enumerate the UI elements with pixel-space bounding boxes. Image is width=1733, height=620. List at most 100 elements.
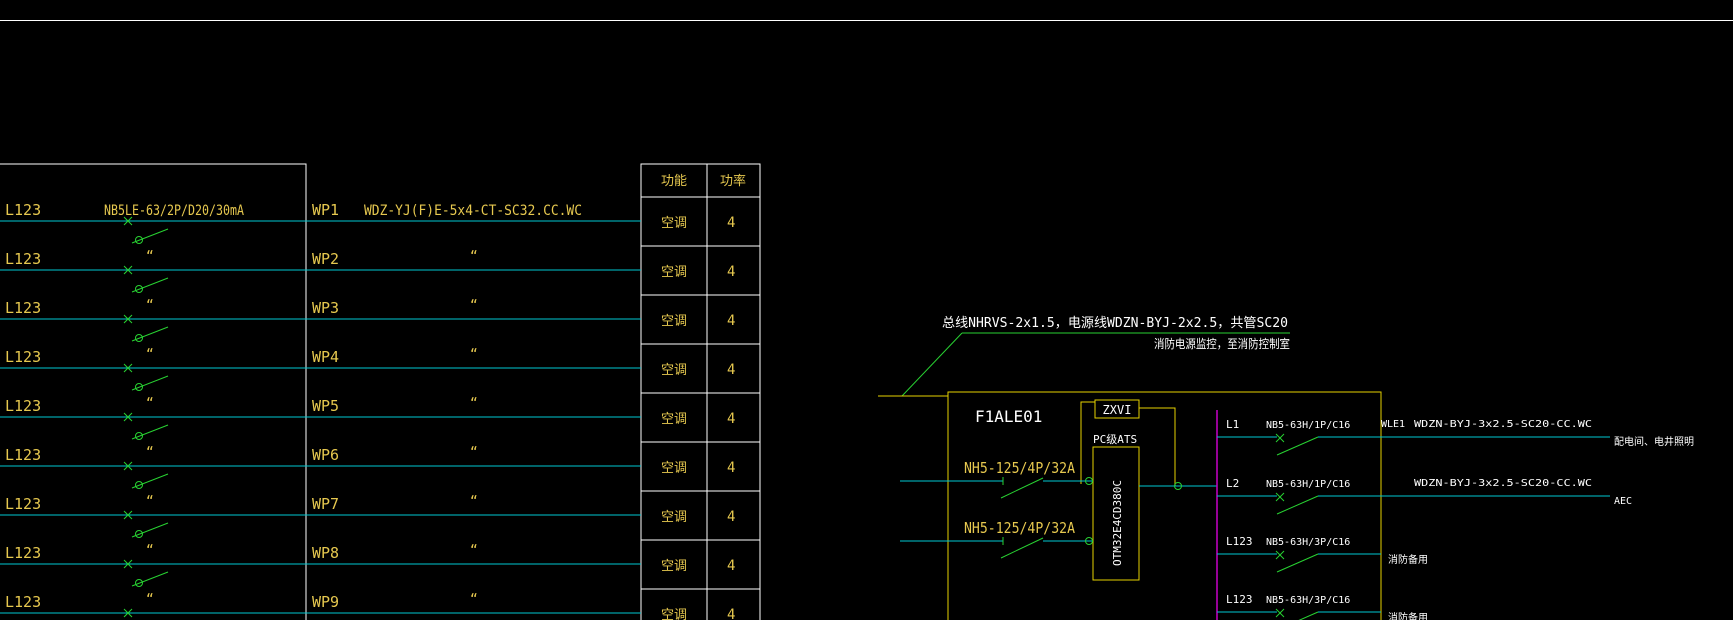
load-power: 4: [727, 460, 735, 476]
outgoing-circuit: L123 NB5-63H/3P/C16 消防备用: [1217, 535, 1428, 573]
outgoing-load: 消防备用: [1388, 553, 1428, 566]
feeder-breaker-contact: [131, 571, 169, 587]
load-power: 4: [727, 313, 735, 329]
outgoing-load: 配电间、电井照明: [1614, 435, 1694, 448]
feeder-row: L123 WP6 “ “ 空调 4: [0, 445, 760, 492]
panel-name: F1ALE01: [975, 407, 1042, 426]
load-power: 4: [727, 558, 735, 574]
incoming-breaker-contact: [1000, 537, 1044, 559]
feeder-circuit: WP5: [312, 397, 339, 415]
cable-ditto: “: [470, 396, 478, 411]
load-function: 空调: [661, 559, 687, 574]
breaker-ditto: “: [146, 543, 154, 558]
feeder-row: L123 WP8 “ “ 空调 4: [0, 543, 760, 590]
outgoing-phase: L1: [1226, 418, 1239, 431]
cable-ditto: “: [470, 249, 478, 264]
cable-spec: WDZ-YJ(F)E-5x4-CT-SC32.CC.WC: [364, 203, 582, 219]
feeder-row: L123 WP7 “ “ 空调 4: [0, 494, 760, 541]
load-function: 空调: [661, 314, 687, 329]
monitor-note-1: 总线NHRVS-2x1.5，电源线WDZN-BYJ-2x2.5，共管SC20: [942, 316, 1288, 331]
cable-ditto: “: [470, 543, 478, 558]
cable-ditto: “: [470, 592, 478, 607]
feeder-circuit: WP1: [312, 201, 339, 219]
feeder-circuit: WP4: [312, 348, 339, 366]
load-power: 4: [727, 215, 735, 231]
incoming-feeder: NH5-125/4P/32A: [900, 459, 1093, 499]
load-table-header-power: 功率: [720, 173, 746, 189]
feeder-phase: L123: [5, 495, 41, 513]
load-function: 空调: [661, 265, 687, 280]
feeder-row: L123 WP9 “ “ 空调 4: [0, 592, 735, 620]
incoming-breaker-label: NH5-125/4P/32A: [964, 519, 1075, 537]
load-power: 4: [727, 607, 735, 620]
outgoing-cable: WDZN-BYJ-3x2.5-SC20-CC.WC: [1414, 478, 1592, 489]
feeder-row: L123 WP4 “ “ 空调 4: [0, 347, 760, 394]
breaker-ditto: “: [146, 298, 154, 313]
feeder-row: L123 WP2 “ “ 空调 4: [0, 249, 760, 296]
feeder-circuit: WP2: [312, 250, 339, 268]
breaker-ditto: “: [146, 396, 154, 411]
outgoing-breaker: NB5-63H/1P/C16: [1266, 479, 1350, 490]
outgoing-breaker: NB5-63H/3P/C16: [1266, 595, 1350, 606]
feeder-row: L123 WP3 “ “ 空调 4: [0, 298, 760, 345]
load-power: 4: [727, 362, 735, 378]
feeder-phase: L123: [5, 446, 41, 464]
cable-ditto: “: [470, 347, 478, 362]
outgoing-breaker-contact: [1276, 436, 1319, 456]
outgoing-circuit-id: WLE1: [1381, 419, 1405, 430]
feeder-circuit: WP7: [312, 495, 339, 513]
feeder-breaker-contact: [131, 473, 169, 489]
ats-model: OTM32E4CD380C: [1111, 480, 1124, 566]
load-power: 4: [727, 411, 735, 427]
feeder-circuit: WP6: [312, 446, 339, 464]
load-function: 空调: [661, 363, 687, 378]
outgoing-circuit: L1 NB5-63H/1P/C16 WLE1 WDZN-BYJ-3x2.5-SC20-…: [1217, 418, 1694, 456]
load-function: 空调: [661, 412, 687, 427]
breaker-spec: NB5LE-63/2P/D20/30mA: [104, 203, 244, 219]
feeder-breaker-contact: [131, 424, 169, 440]
feeder-row: L123 WP1 NB5LE-63/2P/D20/30mA WDZ-YJ(F)E-5x…: [0, 201, 760, 247]
monitor-note-2: 消防电源监控，至消防控制室: [1154, 336, 1290, 351]
drawing-canvas: 功能 功率 L123 WP1 NB5LE-63/2P/D20/30mA WDZ-YJ(…: [0, 20, 1733, 620]
feeder-circuit: WP8: [312, 544, 339, 562]
incoming-breaker-label: NH5-125/4P/32A: [964, 459, 1075, 477]
emergency-distribution-panel: 总线NHRVS-2x1.5，电源线WDZN-BYJ-2x2.5，共管SC20 消…: [878, 316, 1694, 620]
monitor-leader-diagonal: [901, 332, 963, 397]
outgoing-circuit: L123 NB5-63H/3P/C16 消防备用: [1217, 593, 1428, 620]
cable-ditto: “: [470, 494, 478, 509]
feeder-phase: L123: [5, 201, 41, 219]
load-function: 空调: [661, 510, 687, 525]
zxvi-label: ZXVI: [1103, 403, 1132, 417]
outgoing-breaker-contact: [1276, 553, 1319, 573]
load-function: 空调: [661, 608, 687, 620]
feeder-breaker-contact: [131, 326, 169, 342]
ats-label: PC级ATS: [1093, 433, 1137, 446]
feeder-breaker-contact: [131, 375, 169, 391]
feeder-phase: L123: [5, 544, 41, 562]
load-function: 空调: [661, 461, 687, 476]
zxvi-wire-right: [1139, 407, 1176, 486]
incoming-feeder: NH5-125/4P/32A: [900, 519, 1093, 559]
breaker-ditto: “: [146, 249, 154, 264]
feeder-phase: L123: [5, 250, 41, 268]
outgoing-breaker: NB5-63H/1P/C16: [1266, 420, 1350, 431]
breaker-ditto: “: [146, 445, 154, 460]
feeder-row: L123 WP5 “ “ 空调 4: [0, 396, 760, 443]
feeder-breaker-contact: [131, 277, 169, 293]
incoming-breaker-contact: [1000, 477, 1044, 499]
breaker-ditto: “: [146, 347, 154, 362]
feeder-breaker-contact: [131, 228, 169, 244]
cable-ditto: “: [470, 445, 478, 460]
feeder-circuit: WP9: [312, 593, 339, 611]
outgoing-load: 消防备用: [1388, 611, 1428, 620]
load-table-header-function: 功能: [661, 174, 687, 189]
cable-ditto: “: [470, 298, 478, 313]
left-distribution-panel: 功能 功率 L123 WP1 NB5LE-63/2P/D20/30mA WDZ-YJ(…: [0, 163, 761, 620]
feeder-breaker-contact: [131, 522, 169, 538]
feeder-phase: L123: [5, 593, 41, 611]
load-function: 空调: [661, 216, 687, 231]
outgoing-load: AEC: [1614, 496, 1632, 507]
feeder-phase: L123: [5, 348, 41, 366]
outgoing-phase: L123: [1226, 535, 1253, 548]
feeder-circuit: WP3: [312, 299, 339, 317]
